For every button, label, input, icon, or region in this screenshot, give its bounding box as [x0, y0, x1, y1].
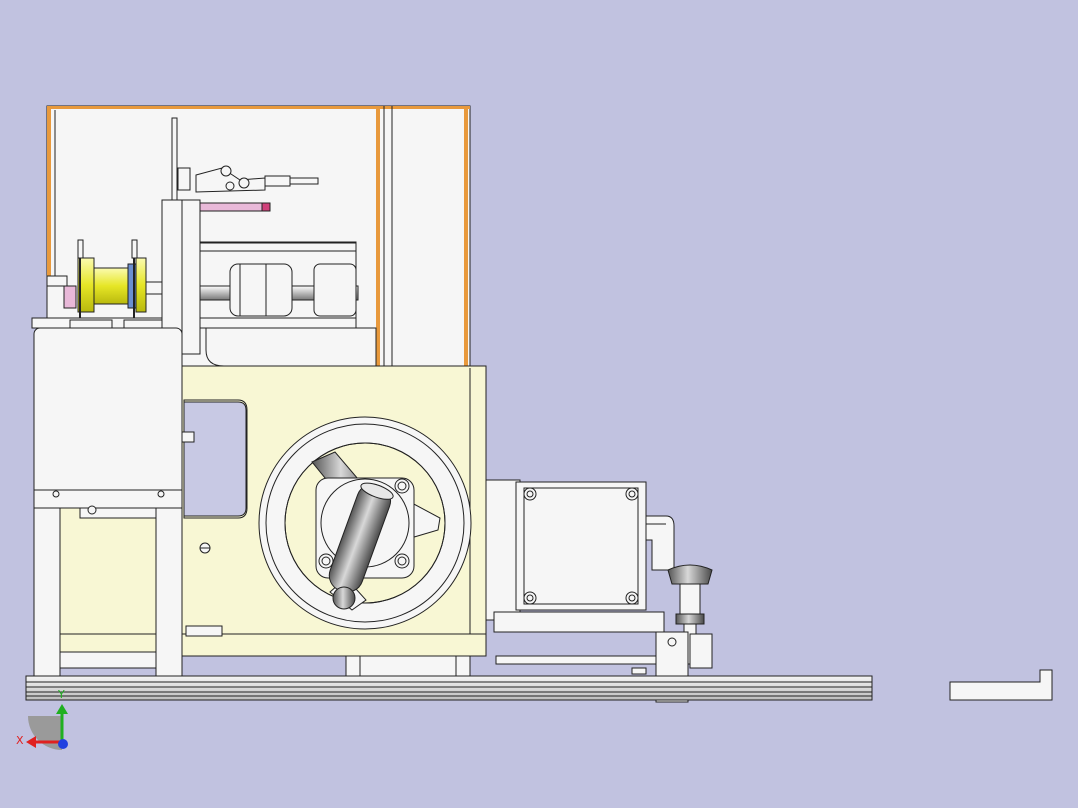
- triad-x-label: X: [16, 734, 24, 747]
- triad-y-label: Y: [57, 688, 65, 701]
- handwheel[interactable]: [258, 416, 472, 630]
- feed-cylinder: [197, 241, 377, 367]
- base-rail: [25, 675, 873, 701]
- cad-viewport[interactable]: X Y: [0, 0, 1078, 808]
